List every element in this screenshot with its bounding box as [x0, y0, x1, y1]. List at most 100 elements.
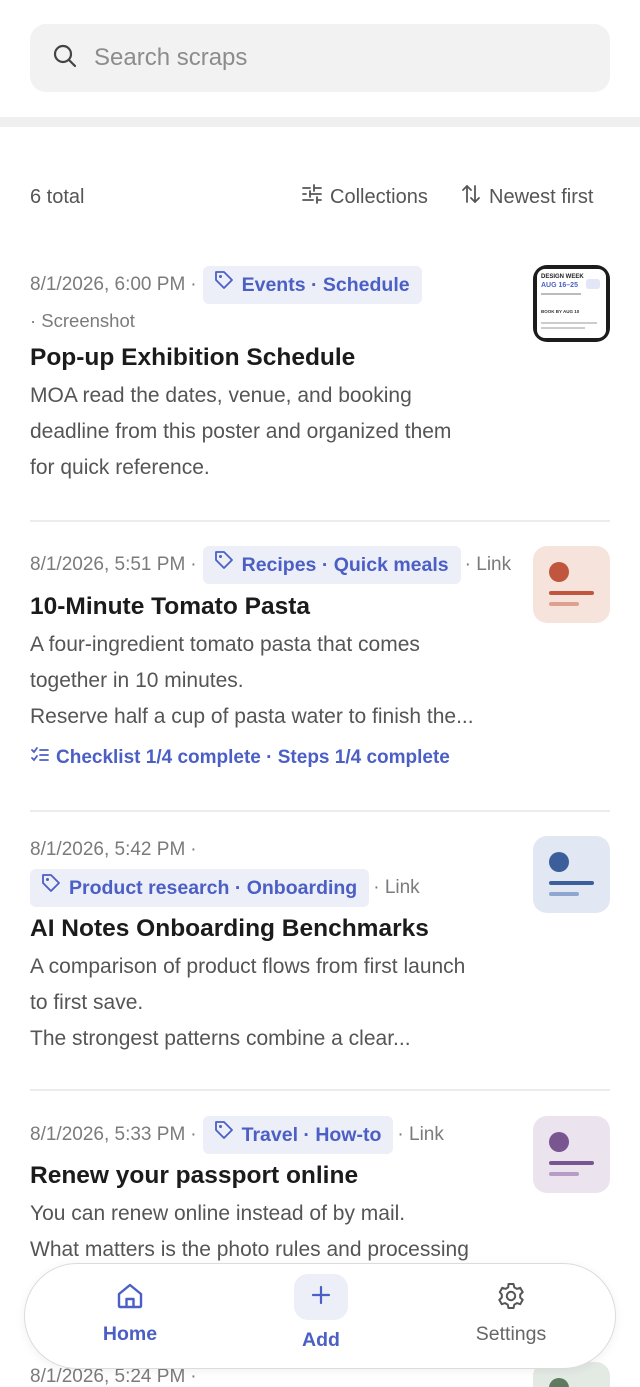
nav-settings[interactable]: Settings: [451, 1280, 571, 1346]
collection-tag[interactable]: Recipes · Quick meals: [202, 546, 461, 584]
scrap-source: · Link: [373, 877, 420, 898]
scrap-summary: MOA read the dates, venue, and booking d…: [30, 378, 520, 486]
collection-tag[interactable]: Events · Schedule: [202, 266, 422, 304]
summary-line: for quick reference.: [30, 456, 210, 479]
thumb-line: [549, 602, 579, 606]
thumb-line: [549, 1161, 594, 1165]
summary-line: You can renew online instead of by mail.: [30, 1202, 406, 1225]
collections-label: Collections: [330, 185, 428, 208]
checklist-progress[interactable]: Checklist 1/4 complete · Steps 1/4 compl…: [30, 745, 610, 771]
summary-line: deadline from this poster and organized …: [30, 420, 452, 443]
scrap-source: · Link: [464, 554, 512, 575]
poster-preview: DESIGN WEEK AUG 16–25 BOOK BY AUG 10: [537, 269, 606, 338]
poster-line: [541, 293, 581, 295]
scrap-date: 8/1/2026, 5:51 PM: [30, 554, 186, 575]
thumb-line: [549, 892, 579, 896]
add-button[interactable]: [294, 1274, 348, 1320]
scrap-thumbnail[interactable]: [533, 1116, 610, 1193]
scrap-card[interactable]: 8/1/2026, 5:51 PM · Recipes · Quick meal…: [30, 546, 610, 771]
sort-button[interactable]: Newest first: [460, 183, 593, 211]
scrap-title: 10-Minute Tomato Pasta: [30, 593, 310, 620]
tag-icon: [213, 1116, 242, 1154]
poster-sub: BOOK BY AUG 10: [541, 309, 580, 314]
thumb-line: [549, 1172, 579, 1176]
card-divider: [30, 810, 610, 812]
tag-label: Recipes · Quick meals: [241, 554, 449, 576]
scrap-card[interactable]: 8/1/2026, 6:00 PM · Events · Schedule · …: [30, 266, 610, 486]
scrap-meta: 8/1/2026, 5:33 PM · Travel · How-to · Li…: [30, 1116, 610, 1154]
search-input[interactable]: [94, 44, 574, 72]
home-icon: [114, 1280, 146, 1317]
scrap-date: 8/1/2026, 6:00 PM: [30, 274, 186, 295]
meta-separator: ·: [190, 1124, 197, 1145]
search-icon: [52, 43, 78, 74]
search-bar[interactable]: [30, 24, 610, 92]
bottom-nav: Home Add Settings: [24, 1263, 616, 1369]
poster-badge: [586, 279, 600, 289]
tag-icon: [213, 266, 242, 304]
poster-line: [541, 327, 585, 329]
meta-separator: ·: [190, 554, 197, 575]
meta-separator: ·: [190, 274, 197, 295]
tag-icon: [40, 869, 69, 907]
summary-line: MOA read the dates, venue, and booking: [30, 384, 412, 407]
summary-line: A comparison of product flows from first…: [30, 955, 466, 978]
scrap-meta: Product research · Onboarding · Link: [30, 869, 610, 907]
search-header: [0, 0, 640, 117]
nav-add[interactable]: Add: [261, 1274, 381, 1352]
scrap-meta: 8/1/2026, 6:00 PM · Events · Schedule: [30, 266, 610, 304]
scrap-source: · Screenshot: [30, 310, 135, 331]
scrap-thumbnail[interactable]: [533, 836, 610, 913]
summary-line: The strongest patterns combine a clear..…: [30, 1027, 411, 1050]
tag-icon: [213, 546, 242, 584]
scrap-summary: A comparison of product flows from first…: [30, 949, 520, 1057]
scrap-source: · Link: [397, 1124, 444, 1145]
summary-line: together in 10 minutes.: [30, 669, 244, 692]
scrap-summary: A four-ingredient tomato pasta that come…: [30, 627, 520, 735]
nav-home[interactable]: Home: [70, 1280, 190, 1346]
scrap-title: Pop-up Exhibition Schedule: [30, 344, 356, 371]
summary-line: Reserve half a cup of pasta water to fin…: [30, 705, 474, 728]
summary-line: A four-ingredient tomato pasta that come…: [30, 633, 420, 656]
collections-button[interactable]: Collections: [301, 183, 428, 211]
total-count: 6 total: [30, 185, 85, 208]
thumb-line: [549, 591, 594, 595]
nav-settings-label: Settings: [475, 1323, 547, 1345]
card-divider: [30, 1089, 610, 1091]
thumb-line: [549, 881, 594, 885]
gear-icon: [495, 1280, 527, 1317]
scrap-card[interactable]: 8/1/2026, 5:33 PM · Travel · How-to · Li…: [30, 1116, 610, 1268]
checklist-label: Checklist 1/4 complete · Steps 1/4 compl…: [56, 747, 450, 768]
scrap-summary: You can renew online instead of by mail.…: [30, 1196, 520, 1268]
header-separator: [0, 117, 640, 127]
thumb-dot: [549, 852, 569, 872]
scrap-date: 8/1/2026, 5:42 PM: [30, 839, 186, 860]
thumb-dot: [549, 562, 569, 582]
tag-label: Travel · How-to: [241, 1124, 382, 1146]
scrap-thumbnail[interactable]: [533, 546, 610, 623]
scrap-thumbnail[interactable]: DESIGN WEEK AUG 16–25 BOOK BY AUG 10: [533, 265, 610, 342]
card-divider: [30, 520, 610, 522]
filter-icon: [301, 183, 330, 211]
tag-label: Product research · Onboarding: [69, 877, 358, 899]
collection-tag[interactable]: Product research · Onboarding: [30, 869, 370, 907]
sort-icon: [460, 183, 489, 211]
meta-separator: ·: [190, 839, 197, 860]
scrap-meta: 8/1/2026, 5:51 PM · Recipes · Quick meal…: [30, 546, 610, 584]
list-toolbar: 6 total Collections Newest first: [30, 180, 598, 214]
collection-tag[interactable]: Travel · How-to: [202, 1116, 394, 1154]
poster-line: [541, 322, 597, 324]
checklist-icon: [30, 745, 56, 771]
summary-line: to first save.: [30, 991, 144, 1014]
nav-home-label: Home: [102, 1323, 158, 1345]
scrap-date: 8/1/2026, 5:33 PM: [30, 1124, 186, 1145]
scrap-title: AI Notes Onboarding Benchmarks: [30, 915, 429, 942]
thumb-dot: [549, 1132, 569, 1152]
sort-label: Newest first: [489, 185, 594, 208]
nav-add-label: Add: [302, 1329, 340, 1351]
plus-icon: [309, 1283, 333, 1312]
scrap-title: Renew your passport online: [30, 1162, 359, 1189]
thumb-dot: [549, 1378, 569, 1387]
scrap-card[interactable]: 8/1/2026, 5:42 PM · Product research · O…: [30, 831, 610, 1057]
scrap-meta: 8/1/2026, 5:42 PM ·: [30, 831, 610, 869]
